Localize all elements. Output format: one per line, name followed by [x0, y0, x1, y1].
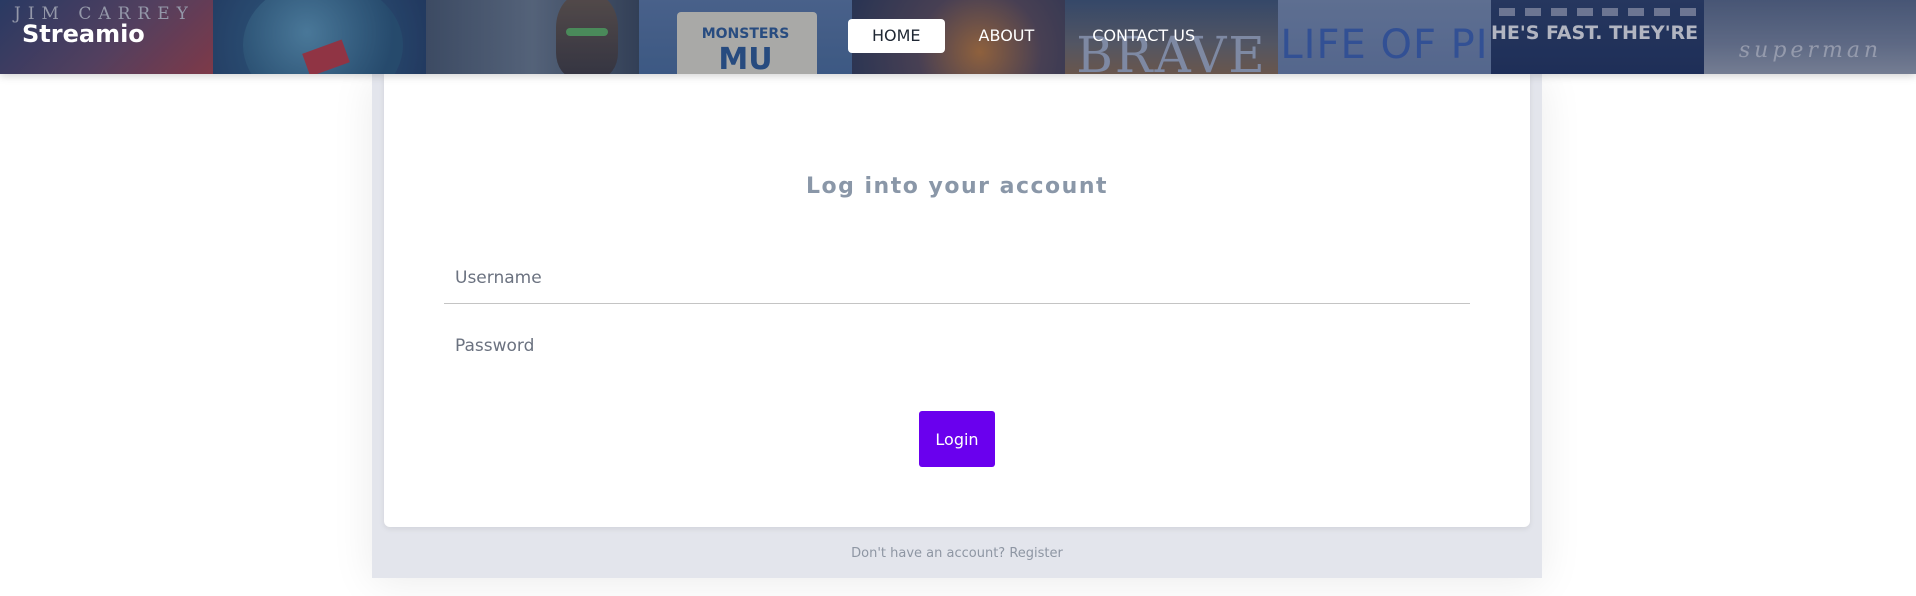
nav-home[interactable]: HOME — [848, 19, 945, 53]
login-card: Log into your account Login — [384, 74, 1530, 527]
login-panel: Log into your account Login Don't have a… — [372, 74, 1542, 578]
register-prompt: Don't have an account? Register — [372, 546, 1542, 561]
register-prompt-text: Don't have an account? — [851, 546, 1006, 561]
nav-contact-us[interactable]: CONTACT US — [1068, 19, 1219, 53]
brand-logo[interactable]: Streamio — [22, 20, 145, 48]
top-navbar: JIM CARREY MONSTERS MU BRAVE LIFE OF PI — [0, 0, 1916, 74]
login-title: Log into your account — [805, 174, 1109, 199]
main-nav: HOME ABOUT CONTACT US — [848, 19, 1219, 53]
nav-about[interactable]: ABOUT — [955, 19, 1059, 53]
username-input[interactable] — [444, 252, 1470, 304]
login-button[interactable]: Login — [919, 411, 995, 467]
password-input[interactable] — [444, 320, 1470, 372]
register-link[interactable]: Register — [1009, 546, 1063, 561]
